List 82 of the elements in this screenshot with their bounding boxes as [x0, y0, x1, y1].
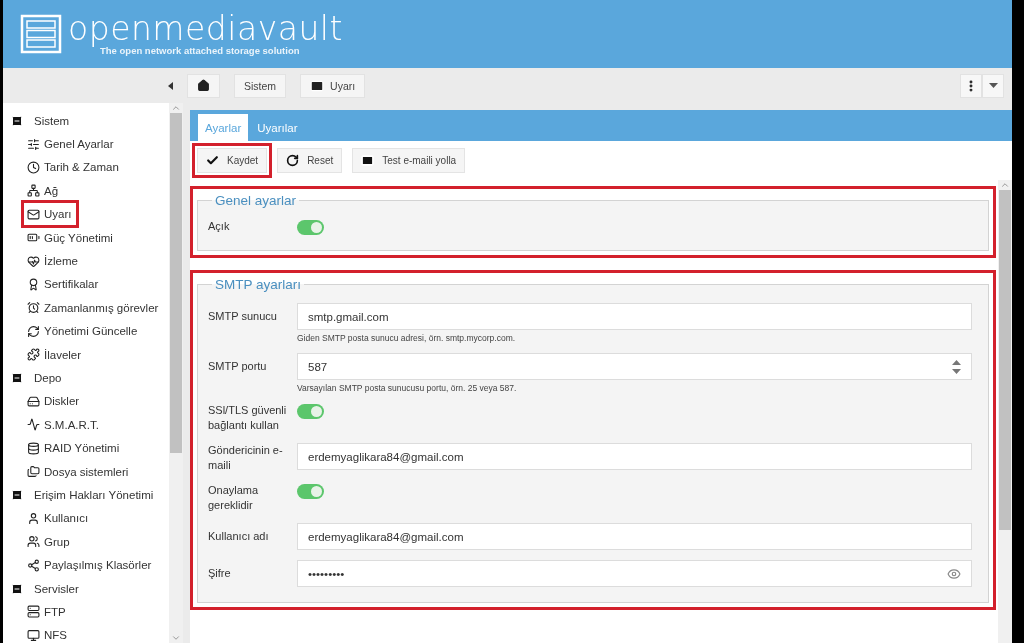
scroll-down-icon[interactable] — [171, 633, 181, 643]
sidebar-item[interactable]: Dosya sistemleri — [25, 461, 133, 482]
home-icon — [197, 79, 210, 92]
dropdown-button[interactable] — [982, 73, 1004, 98]
field-label: Onaylama gereklidir — [208, 483, 260, 513]
sidebar-item[interactable]: Tarih & Zaman — [25, 157, 123, 178]
section-title: Genel ayarlar — [214, 193, 298, 208]
breadcrumb-item[interactable]: Uyarı — [300, 73, 366, 98]
toggle-switch[interactable] — [297, 484, 324, 499]
spinner-icon[interactable] — [952, 359, 961, 374]
sidebar-item[interactable]: İzleme — [25, 251, 82, 272]
users-icon — [27, 535, 40, 549]
sidebar-group[interactable]: Sistem — [11, 109, 169, 133]
sidebar-item[interactable]: FTP — [25, 601, 70, 622]
toggle-switch[interactable] — [297, 404, 324, 419]
user-icon — [27, 511, 40, 525]
collapse-icon[interactable] — [168, 81, 173, 90]
password-field[interactable]: ••••••••• — [297, 560, 972, 587]
field-label: SMTP portu — [208, 359, 268, 374]
section-title: SMTP ayarları — [214, 277, 303, 292]
scrollbar-thumb[interactable] — [999, 190, 1011, 530]
input-field[interactable]: erdemyaglikara84@gmail.com — [297, 443, 972, 470]
sidebar-group[interactable]: Erişim Hakları Yönetimi — [11, 483, 169, 507]
scroll-up-icon[interactable] — [1000, 180, 1010, 190]
logo-text: openmediavault — [68, 12, 343, 45]
toolbar-button[interactable]: Reset — [277, 148, 343, 173]
more-button[interactable] — [960, 73, 982, 98]
sidebar-item[interactable]: RAID Yönetimi — [25, 438, 124, 459]
heart-pulse-icon — [27, 254, 40, 268]
toolbar-button[interactable]: Test e-maili yolla — [352, 148, 466, 173]
sidebar-item[interactable]: Uyarı — [25, 204, 76, 225]
field-label: SSl/TLS güvenli bağlantı kullan — [208, 403, 288, 433]
clock-icon — [27, 160, 40, 174]
check-icon — [206, 154, 219, 167]
field-hint: Giden SMTP posta sunucu adresi, örn. smtp.mycorp.com. — [297, 333, 517, 343]
field-label: Açık — [208, 219, 231, 234]
input-field[interactable]: smtp.gmail.com — [297, 303, 972, 330]
field-label: Göndericinin e-maili — [208, 443, 284, 473]
breadcrumb-item[interactable]: Sistem — [234, 73, 287, 98]
sidebar-item[interactable]: Paylaşılmış Klasörler — [25, 555, 156, 576]
monitor-icon — [27, 628, 40, 642]
folders-icon — [27, 465, 40, 479]
sidebar-item[interactable]: Genel Ayarlar — [25, 134, 118, 155]
sidebar-item[interactable]: Diskler — [25, 391, 84, 412]
reset-icon — [286, 154, 300, 167]
server-icon — [27, 605, 40, 619]
network-icon — [27, 184, 40, 198]
scroll-up-icon[interactable] — [171, 103, 181, 113]
sidebar-item[interactable]: İlaveler — [25, 344, 86, 365]
home-button[interactable] — [187, 73, 220, 98]
share-icon — [27, 558, 40, 572]
field-label: SMTP sunucu — [208, 309, 278, 324]
toolbar-button[interactable]: Kaydet — [197, 148, 268, 173]
eye-icon[interactable] — [947, 566, 961, 581]
sidebar-item[interactable]: Grup — [25, 531, 74, 552]
field-label: Şifre — [208, 566, 232, 581]
input-field[interactable]: erdemyaglikara84@gmail.com — [297, 523, 972, 550]
sidebar-item[interactable]: S.M.A.R.T. — [25, 414, 103, 435]
alarm-clock-icon — [27, 301, 40, 315]
pulse-icon — [27, 418, 40, 432]
tagline: The open network attached storage solution — [100, 44, 300, 56]
sidebar-item[interactable]: Yönetimi Güncelle — [25, 321, 142, 342]
toggle-switch[interactable] — [297, 220, 324, 235]
sidebar-item[interactable]: Kullanıcı — [25, 508, 93, 529]
input-field[interactable]: 587 — [297, 353, 972, 380]
certificate-icon — [27, 277, 40, 291]
database-icon — [27, 441, 40, 455]
field-label: Kullanıcı adı — [208, 529, 270, 544]
sidebar-item[interactable]: Sertifikalar — [25, 274, 103, 295]
sidebar-item[interactable]: Güç Yönetimi — [25, 227, 117, 248]
sidebar-item[interactable]: Zamanlanmış görevler — [25, 297, 163, 318]
logo-icon — [20, 14, 62, 54]
caret-icon — [988, 83, 998, 88]
sidebar-item[interactable]: Ağ — [25, 180, 63, 201]
refresh-icon — [27, 324, 40, 338]
puzzle-icon — [27, 348, 40, 362]
sidebar-group[interactable]: Depo — [11, 366, 169, 390]
field-hint: Varsayılan SMTP posta sunucusu portu, örn. 25 veya 587. — [297, 383, 518, 393]
sliders-icon — [27, 137, 40, 151]
sidebar-item[interactable]: NFS — [25, 625, 71, 643]
sidebar-group[interactable]: Servisler — [11, 576, 169, 601]
scrollbar-thumb[interactable] — [170, 113, 182, 453]
